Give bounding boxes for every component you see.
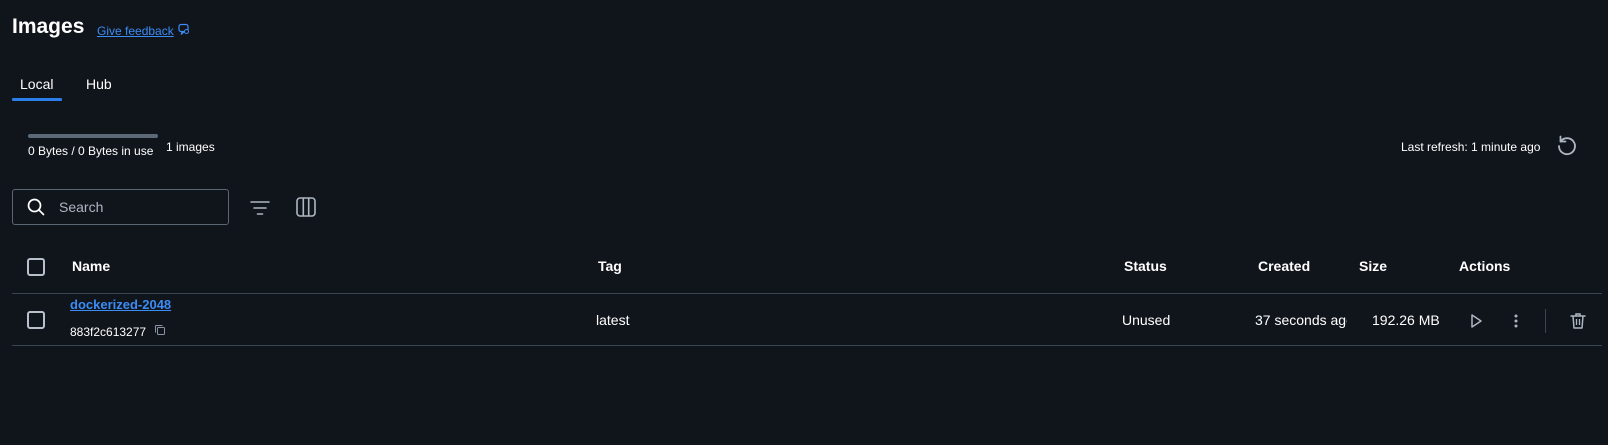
column-header-status[interactable]: Status xyxy=(1124,258,1167,274)
table-header-divider xyxy=(12,293,1602,294)
image-id: 883f2c613277 xyxy=(70,324,166,339)
tab-hub[interactable]: Hub xyxy=(86,76,112,92)
copy-icon xyxy=(155,325,166,335)
refresh-icon xyxy=(1558,135,1576,156)
column-header-created[interactable]: Created xyxy=(1258,258,1310,274)
select-all-checkbox[interactable] xyxy=(27,258,45,276)
table-row-divider xyxy=(12,345,1602,346)
tab-local[interactable]: Local xyxy=(20,76,53,92)
image-tag: latest xyxy=(596,312,630,328)
disk-usage-text: 0 Bytes / 0 Bytes in use xyxy=(28,144,154,158)
search-icon xyxy=(27,198,45,216)
image-id-text: 883f2c613277 xyxy=(70,324,147,339)
image-created: 37 seconds ago xyxy=(1255,312,1347,328)
search-input[interactable] xyxy=(57,198,211,216)
feedback-icon xyxy=(178,23,190,38)
give-feedback-link[interactable]: Give feedback xyxy=(97,23,190,38)
image-name-link[interactable]: dockerized-2048 xyxy=(70,297,171,312)
give-feedback-label: Give feedback xyxy=(97,23,174,38)
run-button[interactable] xyxy=(1466,311,1486,331)
image-size: 192.26 MB xyxy=(1372,312,1440,328)
filter-button[interactable] xyxy=(248,196,272,220)
disk-usage-bar xyxy=(28,134,158,138)
page-title: Images xyxy=(12,15,85,38)
column-header-tag[interactable]: Tag xyxy=(598,258,622,274)
filter-icon xyxy=(250,201,270,215)
columns-button[interactable] xyxy=(294,195,318,219)
more-actions-button[interactable] xyxy=(1506,311,1526,331)
column-header-size[interactable]: Size xyxy=(1359,258,1387,274)
column-header-actions: Actions xyxy=(1459,258,1511,274)
refresh-button[interactable] xyxy=(1554,133,1580,159)
delete-button[interactable] xyxy=(1568,311,1588,331)
trash-icon xyxy=(1570,313,1586,329)
copy-id-button[interactable] xyxy=(154,324,166,339)
column-header-name[interactable]: Name xyxy=(72,258,110,274)
row-checkbox[interactable] xyxy=(27,311,45,329)
images-count: 1 images xyxy=(166,140,215,154)
search-box[interactable] xyxy=(12,189,229,225)
last-refresh-text: Last refresh: 1 minute ago xyxy=(1401,140,1541,154)
columns-icon xyxy=(296,197,316,217)
actions-divider xyxy=(1545,309,1546,333)
more-vertical-icon xyxy=(1514,314,1518,328)
image-status: Unused xyxy=(1122,312,1171,328)
play-icon xyxy=(1471,314,1482,328)
active-tab-indicator xyxy=(12,98,62,101)
